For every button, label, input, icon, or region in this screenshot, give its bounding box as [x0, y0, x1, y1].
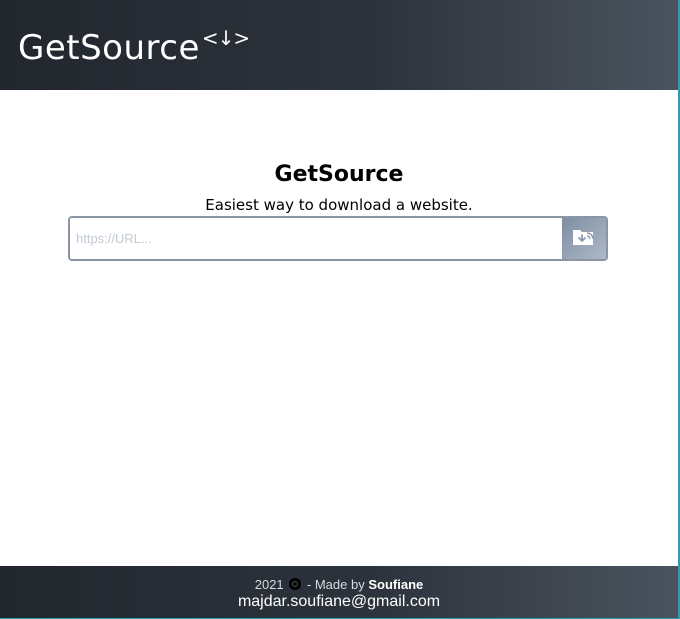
- footer-credit: 2021 - Made by Soufiane: [0, 577, 678, 593]
- subtitle: Easiest way to download a website.: [205, 196, 473, 214]
- header-bar: GetSource <↓>: [0, 0, 678, 90]
- footer-author: Soufiane: [368, 577, 424, 592]
- copyright-icon: [289, 578, 302, 590]
- url-input[interactable]: [70, 218, 562, 259]
- footer-bar: 2021 - Made by Soufiane majdar.soufiane@…: [0, 566, 678, 618]
- page: GetSource <↓> GetSource Easiest way to d…: [0, 0, 680, 619]
- download-button[interactable]: [562, 218, 606, 259]
- footer-email[interactable]: majdar.soufiane@gmail.com: [0, 593, 678, 611]
- footer-made-by: - Made by: [306, 577, 365, 592]
- url-form: [68, 216, 608, 261]
- main-title: GetSource: [274, 162, 404, 187]
- brand-logo[interactable]: GetSource <↓>: [18, 24, 250, 72]
- code-download-icon: <↓>: [201, 26, 250, 50]
- footer-year: 2021: [254, 577, 284, 592]
- folder-download-icon: [572, 227, 596, 250]
- brand-name: GetSource: [18, 28, 200, 68]
